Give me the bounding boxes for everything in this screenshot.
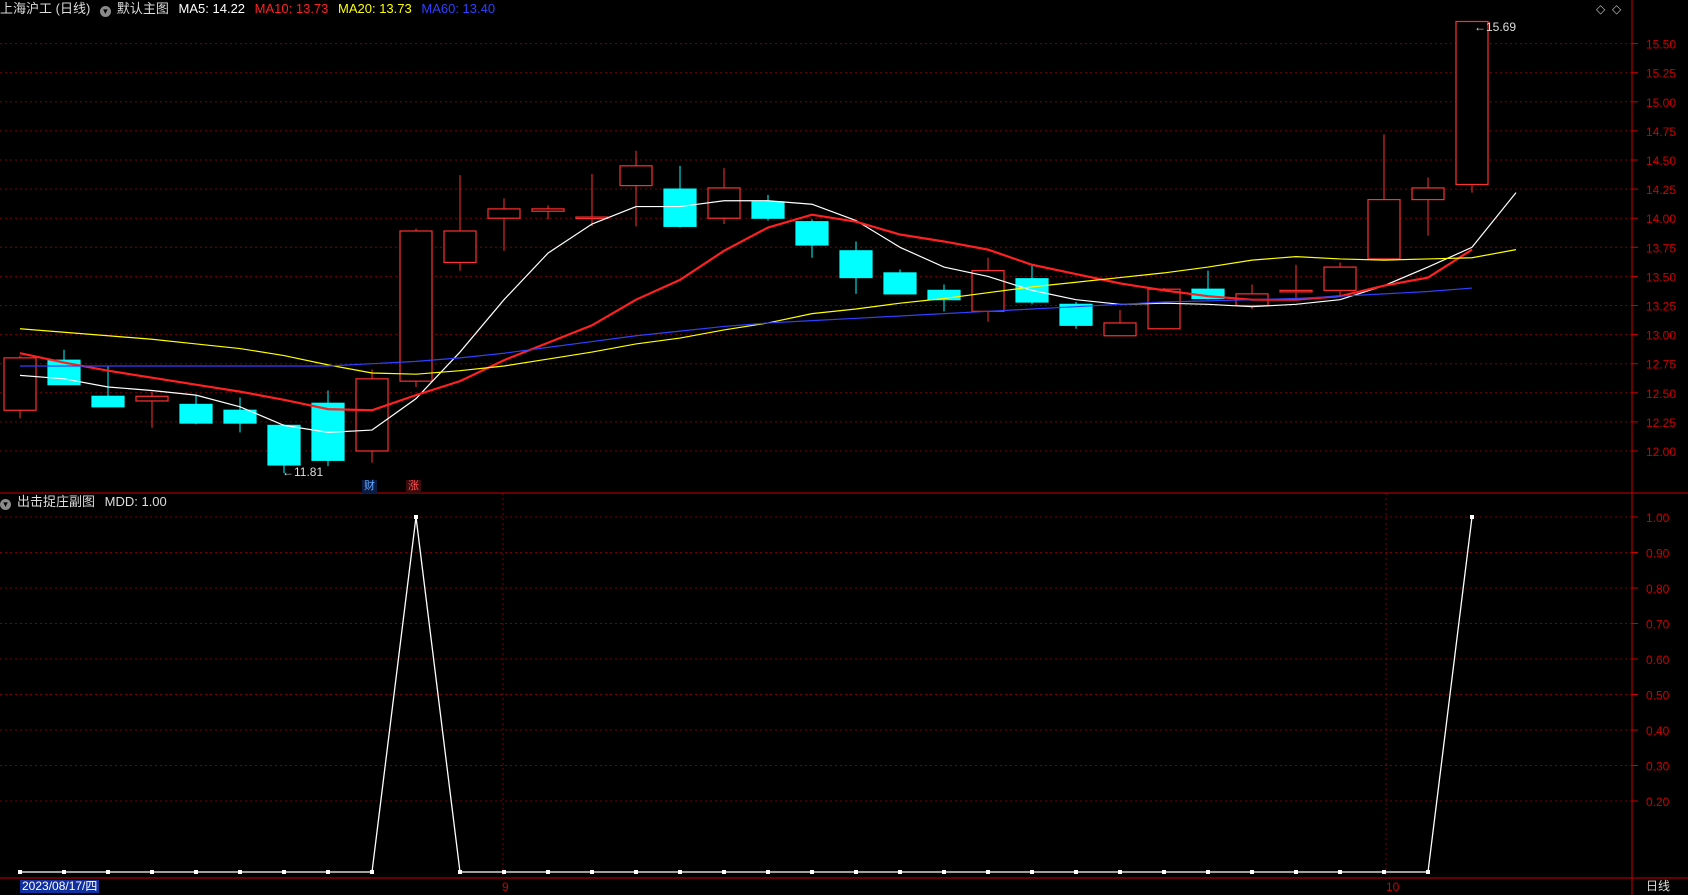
low-annotation: ←11.81 xyxy=(282,465,324,479)
candle-down xyxy=(91,395,125,408)
candle-up xyxy=(399,230,433,382)
y-tick-label: 13.50 xyxy=(1646,270,1676,284)
finance-tag[interactable]: 财 xyxy=(362,480,377,493)
mdd-point xyxy=(414,515,418,519)
month-10-label: 10 xyxy=(1386,880,1400,894)
mdd-point xyxy=(458,870,462,874)
mdd-point xyxy=(898,870,902,874)
candle-up xyxy=(531,208,565,212)
y-tick-label: 14.75 xyxy=(1646,125,1676,139)
candle-up xyxy=(1367,198,1401,260)
mdd-point xyxy=(1206,870,1210,874)
mdd-point xyxy=(678,870,682,874)
y-tick-label: 14.00 xyxy=(1646,212,1676,226)
mdd-point xyxy=(1030,870,1034,874)
candle-up xyxy=(1147,288,1181,330)
candle-down xyxy=(267,424,301,466)
mdd-point xyxy=(1470,515,1474,519)
mdd-point xyxy=(18,870,22,874)
stock-chart[interactable]: 12.00 12.25 12.50 12.75 13.00 13.25 13.50 13.75… xyxy=(0,0,1688,895)
y-tick-label: 1.00 xyxy=(1646,511,1670,525)
candle-up xyxy=(1323,266,1357,291)
candle-down xyxy=(839,250,873,279)
mdd-point xyxy=(722,870,726,874)
mdd-point xyxy=(810,870,814,874)
mdd-point xyxy=(194,870,198,874)
line-ma10 xyxy=(19,213,1473,412)
y-tick-label: 0.70 xyxy=(1646,618,1670,632)
high-annotation: ←15.69 xyxy=(1474,20,1517,34)
mdd-point xyxy=(590,870,594,874)
candle-down xyxy=(179,403,213,424)
mdd-point xyxy=(986,870,990,874)
rise-tag[interactable]: 涨 xyxy=(406,480,421,493)
y-tick-label: 0.20 xyxy=(1646,795,1670,809)
y-tick-label: 12.50 xyxy=(1646,387,1676,401)
y-tick-label: 12.75 xyxy=(1646,358,1676,372)
mdd-point xyxy=(1338,870,1342,874)
y-tick-label: 13.75 xyxy=(1646,241,1676,255)
candle-up xyxy=(487,208,521,219)
mdd-point xyxy=(502,870,506,874)
candle-up xyxy=(135,395,169,402)
candle-down xyxy=(751,201,785,219)
mdd-point xyxy=(1294,870,1298,874)
y-tick-label: 15.00 xyxy=(1646,96,1676,110)
candle-up xyxy=(1455,20,1489,186)
candle-down xyxy=(795,221,829,246)
mdd-point xyxy=(326,870,330,874)
candle-up xyxy=(707,187,741,219)
mdd-point xyxy=(238,870,242,874)
mdd-point xyxy=(1162,870,1166,874)
axes: 12.00 12.25 12.50 12.75 13.00 13.25 13.50 13.75… xyxy=(0,0,1688,895)
candle-up xyxy=(1103,322,1137,337)
cursor-date: 2023/08/17/四 xyxy=(20,879,100,893)
mdd-point xyxy=(150,870,154,874)
ma-lines xyxy=(19,192,1517,433)
y-tick-label: 0.90 xyxy=(1646,547,1670,561)
y-tick-label: 0.80 xyxy=(1646,582,1670,596)
mdd-point xyxy=(766,870,770,874)
mdd-point xyxy=(1426,870,1430,874)
y-tick-label: 14.25 xyxy=(1646,183,1676,197)
candle-up xyxy=(443,230,477,264)
candle-down xyxy=(883,272,917,295)
mdd-point xyxy=(854,870,858,874)
y-tick-label: 13.00 xyxy=(1646,329,1676,343)
line-ma20 xyxy=(19,249,1517,375)
y-tick-label: 0.30 xyxy=(1646,760,1670,774)
mdd-point xyxy=(370,870,374,874)
y-tick-label: 0.40 xyxy=(1646,724,1670,738)
mdd-point xyxy=(1074,870,1078,874)
mdd-point xyxy=(634,870,638,874)
y-tick-label: 13.25 xyxy=(1646,300,1676,314)
candle-up xyxy=(575,216,609,220)
period-label[interactable]: 日线 xyxy=(1644,880,1672,893)
candle-up xyxy=(355,378,389,452)
y-tick-label: 12.00 xyxy=(1646,445,1676,459)
candle-down xyxy=(223,409,257,424)
mdd-point xyxy=(942,870,946,874)
y-tick-label: 0.50 xyxy=(1646,689,1670,703)
candle-down xyxy=(663,188,697,227)
y-tick-label: 12.25 xyxy=(1646,416,1676,430)
mdd-point xyxy=(1382,870,1386,874)
candle-up xyxy=(1279,289,1313,293)
candle-up xyxy=(619,165,653,187)
mdd-point xyxy=(62,870,66,874)
mdd-point xyxy=(546,870,550,874)
mdd-point xyxy=(1118,870,1122,874)
y-tick-label: 14.50 xyxy=(1646,154,1676,168)
y-tick-label: 15.50 xyxy=(1646,38,1676,52)
y-tick-label: 15.25 xyxy=(1646,67,1676,81)
mdd-point xyxy=(1250,870,1254,874)
month-9-label: 9 xyxy=(502,880,509,894)
y-tick-label: 0.60 xyxy=(1646,653,1670,667)
candle-up xyxy=(1411,187,1445,201)
mdd-point xyxy=(282,870,286,874)
mdd-point xyxy=(106,870,110,874)
grid xyxy=(0,43,1632,878)
